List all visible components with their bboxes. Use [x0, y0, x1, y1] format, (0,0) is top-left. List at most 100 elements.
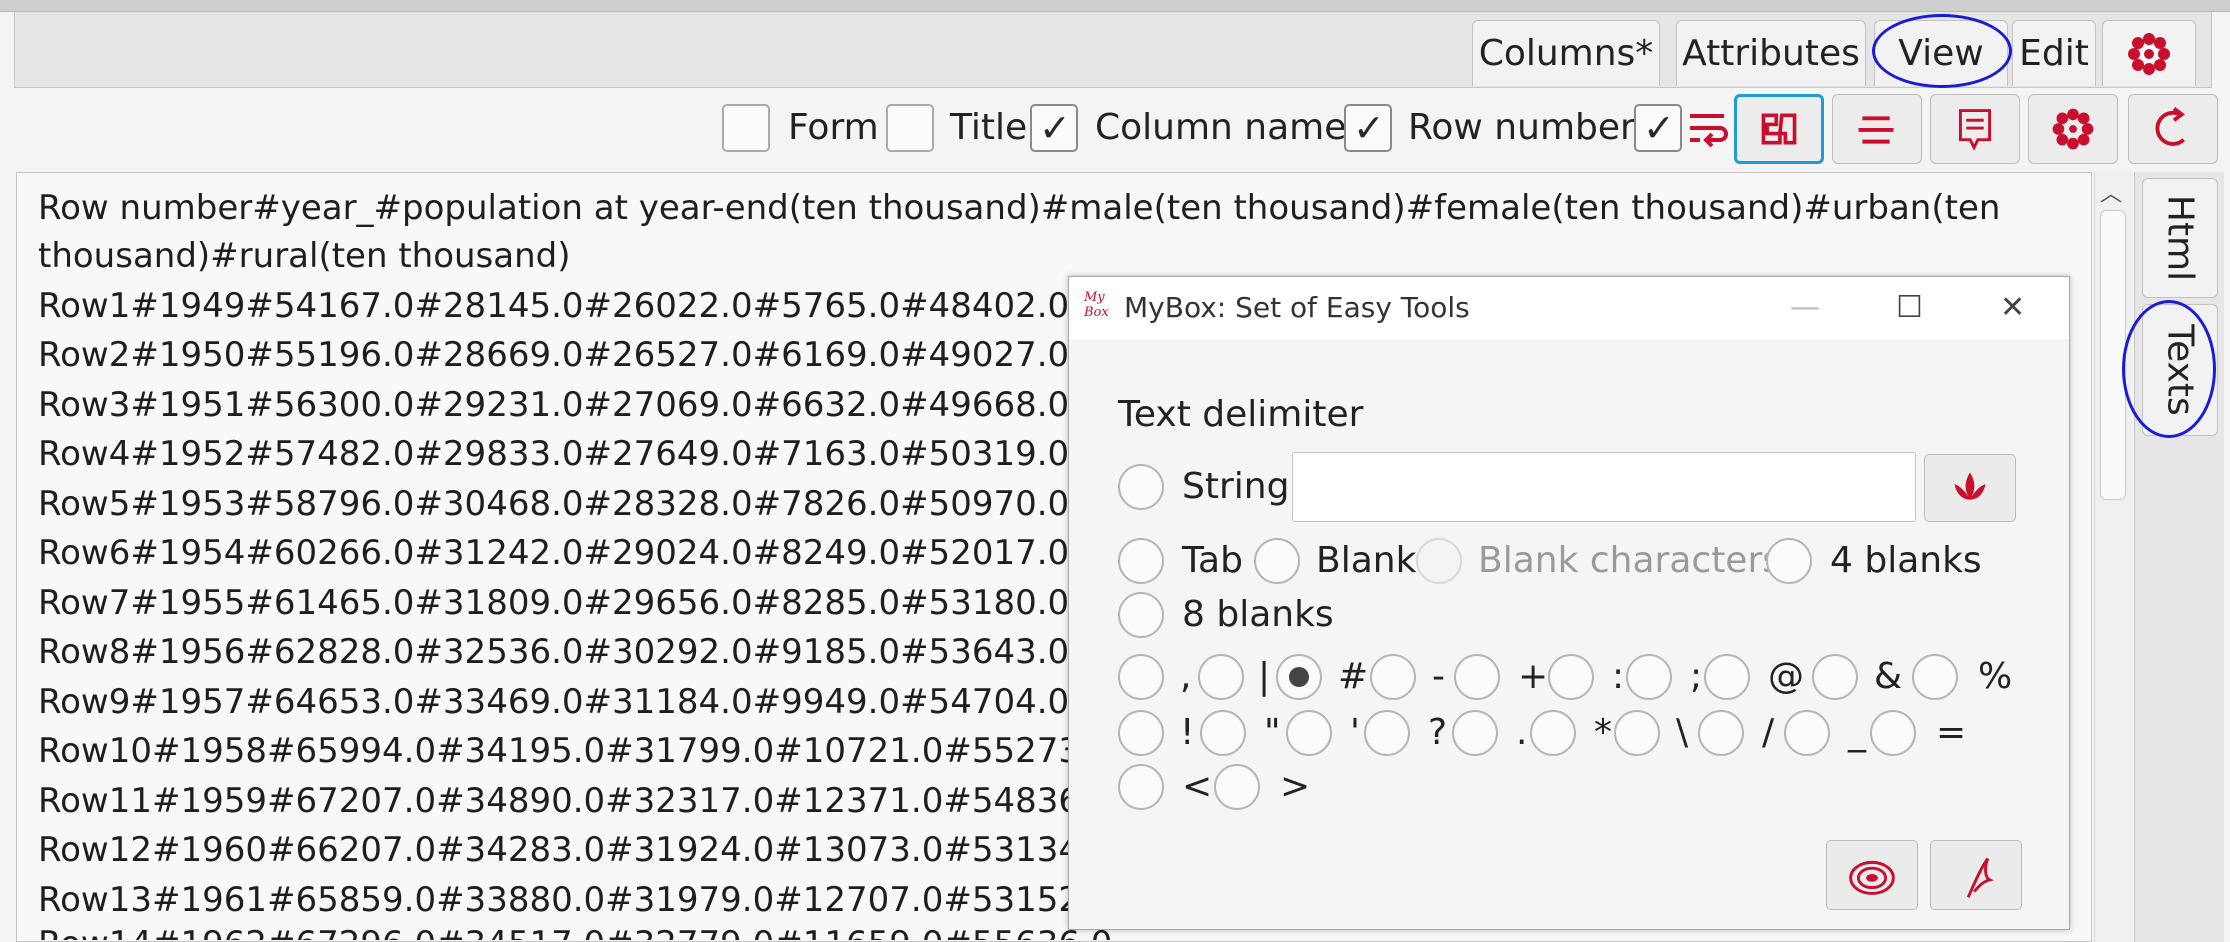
string-options-button[interactable] — [1924, 454, 2016, 522]
form-label: Form — [788, 107, 879, 148]
text-line: Row6#1954#60266.0#31242.0#29024.0#8249.0… — [38, 533, 1070, 573]
flower-menu-icon — [2128, 33, 2170, 75]
pop-out-button[interactable] — [2128, 94, 2218, 164]
less-than-label: < — [1182, 766, 1213, 807]
refresh-style-button[interactable] — [1734, 94, 1824, 164]
question-radio[interactable] — [1364, 710, 1410, 756]
string-radio[interactable] — [1118, 464, 1164, 510]
text-line: Row9#1957#64653.0#33469.0#31184.0#9949.0… — [38, 682, 1070, 722]
text-line: Row4#1952#57482.0#29833.0#27649.0#7163.0… — [38, 434, 1070, 474]
wrap-lines-icon[interactable] — [1686, 106, 1730, 150]
flower-menu-button[interactable] — [2028, 94, 2118, 164]
tab-columns[interactable]: Columns* — [1472, 20, 1660, 86]
text-line: Row5#1953#58796.0#30468.0#28328.0#7826.0… — [38, 484, 1070, 524]
blank-radio[interactable] — [1254, 538, 1300, 584]
pipe-radio[interactable] — [1198, 654, 1244, 700]
plus-label: + — [1518, 656, 1549, 697]
menu-lines-button[interactable] — [1832, 94, 1922, 164]
checkmark-icon: ✓ — [1039, 106, 1071, 150]
lotus-icon — [1954, 472, 1986, 500]
hash-label: # — [1338, 656, 1369, 697]
comma-label: , — [1180, 656, 1192, 697]
text-line: Row1#1949#54167.0#28145.0#26022.0#5765.0… — [38, 286, 1070, 326]
slash-radio[interactable] — [1698, 710, 1744, 756]
blank-label: Blank — [1316, 540, 1417, 581]
radio-selected-dot — [1289, 667, 1309, 687]
blank-characters-label: Blank characters — [1478, 540, 1782, 581]
minus-radio[interactable] — [1370, 654, 1416, 700]
text-line: Row3#1951#56300.0#29231.0#27069.0#6632.0… — [38, 385, 1070, 425]
texts-tab-highlight — [2122, 300, 2216, 438]
hash-radio[interactable] — [1276, 654, 1322, 700]
ampersand-radio[interactable] — [1812, 654, 1858, 700]
text-delimiter-heading: Text delimiter — [1118, 394, 1364, 435]
row-number-checkbox[interactable]: ✓ — [1344, 104, 1392, 152]
eight-blanks-radio[interactable] — [1118, 592, 1164, 638]
checkmark-icon: ✓ — [1643, 106, 1675, 150]
plus-radio[interactable] — [1454, 654, 1500, 700]
view-tab-highlight — [1872, 14, 2012, 88]
single-quote-radio[interactable] — [1286, 710, 1332, 756]
row-number-label: Row number — [1408, 107, 1635, 148]
blank-characters-radio[interactable] — [1416, 538, 1462, 584]
equals-radio[interactable] — [1870, 710, 1916, 756]
cancel-button[interactable] — [1930, 840, 2022, 910]
asterisk-radio[interactable] — [1530, 710, 1576, 756]
minus-label: - — [1432, 656, 1445, 697]
double-quote-radio[interactable] — [1200, 710, 1246, 756]
column-name-label: Column name — [1095, 107, 1347, 148]
ok-button[interactable] — [1826, 840, 1918, 910]
colon-radio[interactable] — [1548, 654, 1594, 700]
ampersand-label: & — [1874, 656, 1903, 697]
percent-radio[interactable] — [1912, 654, 1958, 700]
greater-than-radio[interactable] — [1214, 764, 1260, 810]
title-checkbox[interactable] — [886, 104, 934, 152]
four-blanks-label: 4 blanks — [1830, 540, 1982, 581]
text-line: thousand)#rural(ten thousand) — [38, 236, 571, 276]
text-line: Row7#1955#61465.0#31809.0#29656.0#8285.0… — [38, 583, 1070, 623]
swirl-icon — [1849, 860, 1895, 895]
app-logo-icon: My Box — [1084, 290, 1109, 320]
greater-than-label: > — [1280, 766, 1311, 807]
text-line: Row number#year_#population at year-end(… — [38, 188, 2001, 228]
tab-html[interactable]: Html — [2142, 178, 2218, 298]
tab-edit[interactable]: Edit — [2012, 20, 2096, 86]
backslash-radio[interactable] — [1614, 710, 1660, 756]
at-radio[interactable] — [1704, 654, 1750, 700]
scroll-up-icon[interactable]: ︿ — [2100, 176, 2122, 208]
note-button[interactable] — [1930, 94, 2020, 164]
title-label: Title — [950, 107, 1028, 148]
window-top-strip — [0, 0, 2230, 12]
menu-lines-icon — [1858, 116, 1894, 144]
text-line: Row12#1960#66207.0#34283.0#31924.0#13073… — [38, 830, 1113, 870]
text-line: Row14#1962#67296.0#34517.0#32779.0#11659… — [38, 920, 1112, 940]
less-than-radio[interactable] — [1118, 764, 1164, 810]
semicolon-radio[interactable] — [1626, 654, 1672, 700]
column-name-checkbox[interactable]: ✓ — [1030, 104, 1078, 152]
four-blanks-radio[interactable] — [1766, 538, 1812, 584]
dialog-title: MyBox: Set of Easy Tools — [1124, 291, 1470, 324]
tab-label: Tab — [1182, 540, 1243, 581]
string-input[interactable] — [1292, 452, 1916, 522]
text-line: Row8#1956#62828.0#32536.0#30292.0#9185.0… — [38, 632, 1070, 672]
tab-menu-button[interactable] — [2102, 20, 2196, 86]
minimize-icon[interactable]: — — [1790, 290, 1820, 326]
maximize-icon[interactable]: ☐ — [1896, 290, 1923, 326]
flower-menu-icon — [2052, 108, 2094, 150]
tab-radio[interactable] — [1118, 538, 1164, 584]
form-checkbox[interactable] — [722, 104, 770, 152]
close-icon[interactable]: ✕ — [2000, 290, 2025, 326]
double-quote-label: " — [1264, 712, 1281, 753]
comma-radio[interactable] — [1118, 654, 1164, 700]
dot-label: . — [1516, 712, 1528, 753]
string-label: String — [1182, 466, 1290, 507]
dot-radio[interactable] — [1452, 710, 1498, 756]
underscore-radio[interactable] — [1784, 710, 1830, 756]
colon-label: : — [1612, 656, 1625, 697]
at-label: @ — [1768, 656, 1804, 697]
tab-attributes[interactable]: Attributes — [1676, 20, 1866, 86]
question-label: ? — [1428, 712, 1448, 753]
exclamation-radio[interactable] — [1118, 710, 1164, 756]
wrap-checkbox[interactable]: ✓ — [1634, 104, 1682, 152]
backslash-label: \ — [1676, 712, 1689, 753]
